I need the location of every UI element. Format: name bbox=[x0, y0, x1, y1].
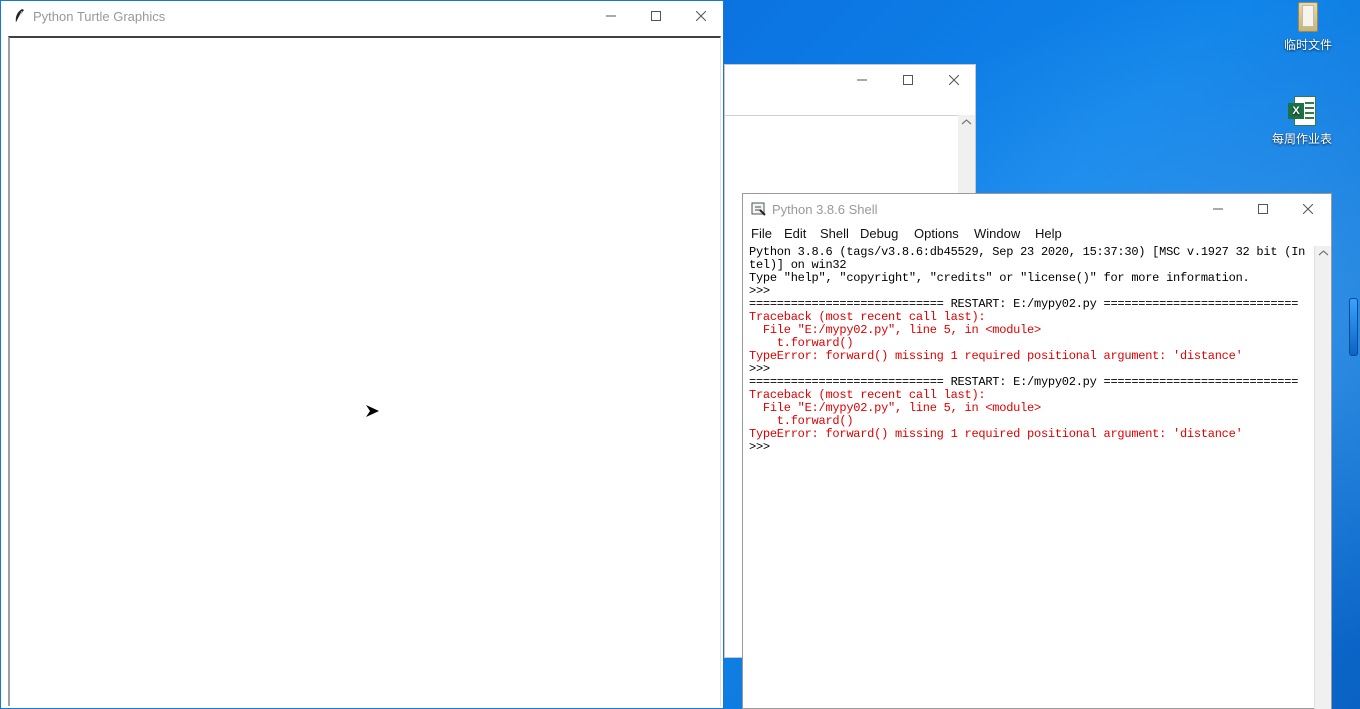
desktop-icon-label: 临时文件 bbox=[1283, 38, 1332, 52]
menu-file[interactable]: File bbox=[751, 226, 772, 241]
minimize-icon bbox=[606, 15, 616, 17]
turtle-window-title: Python Turtle Graphics bbox=[33, 9, 166, 24]
shell-window-title: Python 3.8.6 Shell bbox=[772, 202, 878, 217]
menu-debug[interactable]: Debug bbox=[860, 226, 898, 241]
feather-icon bbox=[15, 9, 24, 24]
editor-minimize-button[interactable] bbox=[839, 65, 885, 95]
shell-output-area[interactable]: Python 3.8.6 (tags/v3.8.6:db45529, Sep 2… bbox=[749, 246, 1313, 708]
menu-shell[interactable]: Shell bbox=[820, 226, 849, 241]
shell-minimize-button[interactable] bbox=[1195, 194, 1241, 224]
scroll-up-icon bbox=[1318, 250, 1329, 256]
shell-close-button[interactable] bbox=[1285, 194, 1331, 224]
shell-error-line: TypeError: forward() missing 1 required … bbox=[749, 427, 1243, 441]
close-icon bbox=[696, 11, 706, 21]
turtle-canvas[interactable] bbox=[8, 36, 721, 706]
desktop-icon-label: 每周作业表 bbox=[1271, 132, 1332, 146]
maximize-icon bbox=[903, 75, 913, 85]
editor-maximize-button[interactable] bbox=[885, 65, 931, 95]
shell-window: Python 3.8.6 Shell File Edit Shell Debug… bbox=[742, 193, 1332, 709]
shell-scrollbar[interactable] bbox=[1314, 246, 1331, 709]
idle-app-icon bbox=[751, 202, 766, 216]
turtle-window: Python Turtle Graphics bbox=[0, 0, 724, 709]
excel-file-icon: X bbox=[1288, 96, 1316, 126]
shell-titlebar[interactable]: Python 3.8.6 Shell bbox=[743, 194, 1331, 224]
menu-edit[interactable]: Edit bbox=[784, 226, 806, 241]
turtle-close-button[interactable] bbox=[678, 1, 724, 31]
menu-help[interactable]: Help bbox=[1035, 226, 1062, 241]
turtle-maximize-button[interactable] bbox=[633, 1, 679, 31]
minimize-icon bbox=[857, 79, 867, 81]
turtle-titlebar[interactable]: Python Turtle Graphics bbox=[1, 1, 723, 31]
folder-icon bbox=[1296, 2, 1320, 32]
menu-options[interactable]: Options bbox=[914, 226, 959, 241]
shell-output-line: >>> bbox=[749, 440, 777, 454]
turtle-minimize-button[interactable] bbox=[588, 1, 634, 31]
desktop-icon-temp-folder[interactable]: 临时文件 bbox=[1268, 2, 1348, 53]
shell-menubar: File Edit Shell Debug Options Window Hel… bbox=[743, 224, 1331, 244]
maximize-icon bbox=[651, 11, 661, 21]
menu-window[interactable]: Window bbox=[974, 226, 1020, 241]
shell-output-line: Type "help", "copyright", "credits" or "… bbox=[749, 271, 1250, 285]
shell-error-line: TypeError: forward() missing 1 required … bbox=[749, 349, 1243, 363]
editor-close-button[interactable] bbox=[931, 65, 977, 95]
shell-maximize-button[interactable] bbox=[1240, 194, 1286, 224]
turtle-cursor-icon bbox=[366, 405, 379, 417]
maximize-icon bbox=[1258, 204, 1268, 214]
close-icon bbox=[949, 75, 959, 85]
scroll-up-icon bbox=[961, 119, 972, 125]
editor-menubar bbox=[725, 95, 975, 115]
desktop-icon-weekly-sheet[interactable]: X 每周作业表 bbox=[1262, 96, 1342, 147]
minimize-icon bbox=[1213, 208, 1223, 210]
close-icon bbox=[1303, 204, 1313, 214]
edge-scroll-grip[interactable] bbox=[1349, 298, 1358, 356]
